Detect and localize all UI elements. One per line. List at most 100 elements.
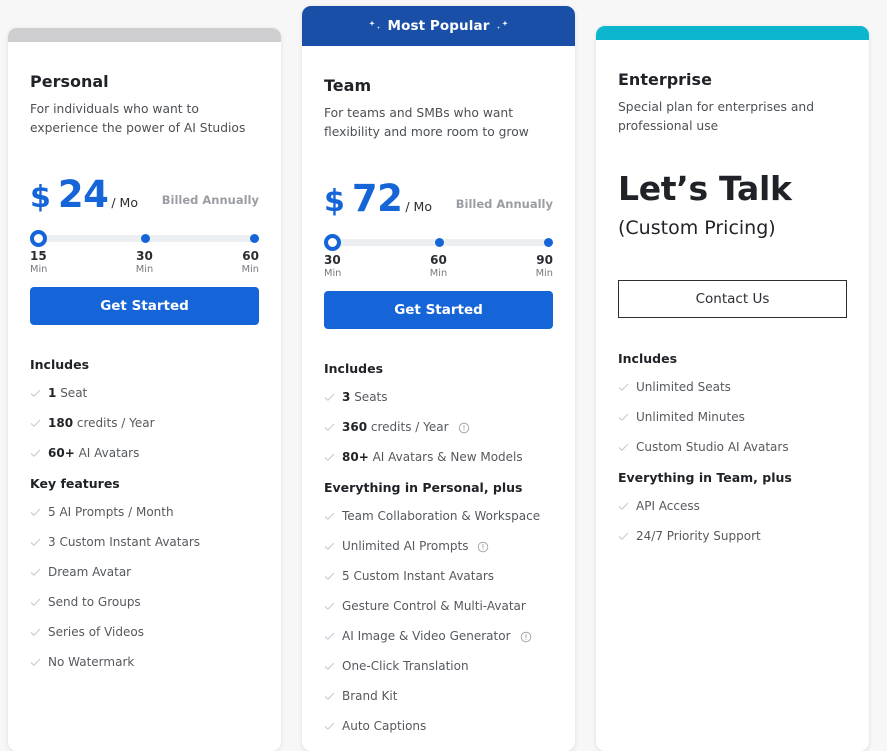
info-icon[interactable] [458,422,470,434]
slider-stop-middle[interactable] [140,234,150,244]
feature-item: Custom Studio AI Avatars [618,440,847,455]
check-icon [618,383,629,391]
contact-us-button[interactable]: Contact Us [618,280,847,319]
features-list-team: Includes 3 Seats 360 credits / Year 80+ … [324,361,553,749]
sparkle-icon [493,18,509,34]
plan-name-team: Team [324,76,372,95]
minutes-slider-personal[interactable]: 15 Min 30 Min 60 Min [30,229,259,275]
slider-tick-unit: Min [241,263,259,275]
feature-text: 3 Seats [342,390,388,405]
feature-item: Dream Avatar [30,565,259,580]
feature-text: 5 AI Prompts / Month [48,505,174,520]
slider-tick[interactable]: 60 Min [241,249,259,275]
feature-item: Auto Captions [324,719,553,734]
slider-tick[interactable]: 30 Min [136,249,153,275]
check-icon [324,692,335,700]
feature-group-title: Includes [30,357,90,373]
feature-text: 3 Custom Instant Avatars [48,535,201,550]
check-icon [30,628,41,636]
feature-text: 80+ AI Avatars & New Models [342,450,523,465]
feature-text: 1 Seat [48,386,88,401]
card-body-personal: Personal For individuals who want to exp… [8,42,281,751]
features-list-enterprise: Includes Unlimited Seats Unlimited Minut… [618,351,847,559]
feature-item: 60+ AI Avatars [30,446,259,461]
feature-text: Auto Captions [342,719,427,734]
check-icon [324,632,335,640]
feature-text: Custom Studio AI Avatars [636,440,789,455]
feature-item: Send to Groups [30,595,259,610]
feature-text: Brand Kit [342,689,398,704]
most-popular-banner: Most Popular [302,6,575,46]
feature-text: Gesture Control & Multi-Avatar [342,599,526,614]
check-icon [30,598,41,606]
feature-item: Unlimited Minutes [618,410,847,425]
slider-tick[interactable]: 30 Min [324,253,342,279]
slider-thumb[interactable] [30,230,47,248]
feature-item: Unlimited Seats [618,380,847,395]
feature-text: Dream Avatar [48,565,132,580]
slider-tick-unit: Min [30,263,48,275]
feature-item: 5 Custom Instant Avatars [324,569,553,584]
feature-item: Team Collaboration & Workspace [324,509,553,524]
feature-item: 24/7 Priority Support [618,529,847,544]
card-top-cap-personal [8,28,281,42]
slider-stop-end[interactable] [250,234,259,244]
feature-item: API Access [618,499,847,514]
price-period-personal: / Mo [111,195,138,211]
price-currency-personal: $ [30,180,51,216]
card-top-cap-enterprise [596,26,869,40]
check-icon [618,443,629,451]
feature-item: No Watermark [30,655,259,670]
feature-text: No Watermark [48,655,135,670]
feature-group-title: Key features [30,476,120,492]
feature-text: API Access [636,499,700,514]
card-body-team: Team For teams and SMBs who want flexibi… [302,46,575,751]
slider-stop-end[interactable] [544,238,553,248]
slider-tick[interactable]: 90 Min [536,253,553,279]
check-icon [324,722,335,730]
check-icon [30,419,41,427]
feature-text: 5 Custom Instant Avatars [342,569,495,584]
check-icon [618,413,629,421]
slider-tick[interactable]: 60 Min [430,253,447,279]
get-started-button-team[interactable]: Get Started [324,291,553,330]
plan-description-enterprise: Special plan for enterprises and profess… [618,100,814,134]
feature-text: 180 credits / Year [48,416,155,431]
plan-name-enterprise: Enterprise [618,70,712,89]
slider-thumb[interactable] [324,234,341,252]
feature-item: One-Click Translation [324,659,553,674]
feature-item: AI Image & Video Generator [324,629,553,644]
feature-text: Unlimited Minutes [636,410,745,425]
feature-text: One-Click Translation [342,659,469,674]
info-icon[interactable] [520,631,532,643]
feature-text: AI Image & Video Generator [342,629,511,644]
feature-item: Gesture Control & Multi-Avatar [324,599,553,614]
check-icon [324,542,335,550]
check-icon [30,389,41,397]
slider-tick-value: 90 [536,253,553,268]
check-icon [324,423,335,431]
feature-group-title: Includes [618,351,678,367]
check-icon [618,532,629,540]
slider-tick-unit: Min [324,267,342,279]
feature-item: 360 credits / Year [324,420,553,435]
minutes-slider-team[interactable]: 30 Min 60 Min 90 Min [324,233,553,279]
contact-cta-wrapper: Contact Us [618,266,847,319]
feature-item: 3 Seats [324,390,553,405]
slider-tick-value: 30 [324,253,341,268]
card-body-enterprise: Enterprise Special plan for enterprises … [596,40,869,751]
billing-note-personal: Billed Annually [161,193,259,208]
pricing-card-team: Most Popular Team For teams and SMBs who… [302,6,575,751]
slider-tick-labels: 30 Min 60 Min 90 Min [324,253,553,279]
info-icon[interactable] [477,541,489,553]
feature-item: Brand Kit [324,689,553,704]
check-icon [324,393,335,401]
slider-tick-value: 30 [136,249,153,264]
get-started-button-personal[interactable]: Get Started [30,287,259,326]
feature-text: Unlimited Seats [636,380,731,395]
slider-tick[interactable]: 15 Min [30,249,48,275]
feature-text: 60+ AI Avatars [48,446,140,461]
slider-tick-value: 60 [430,253,447,268]
slider-stop-middle[interactable] [434,238,444,248]
check-icon [324,602,335,610]
